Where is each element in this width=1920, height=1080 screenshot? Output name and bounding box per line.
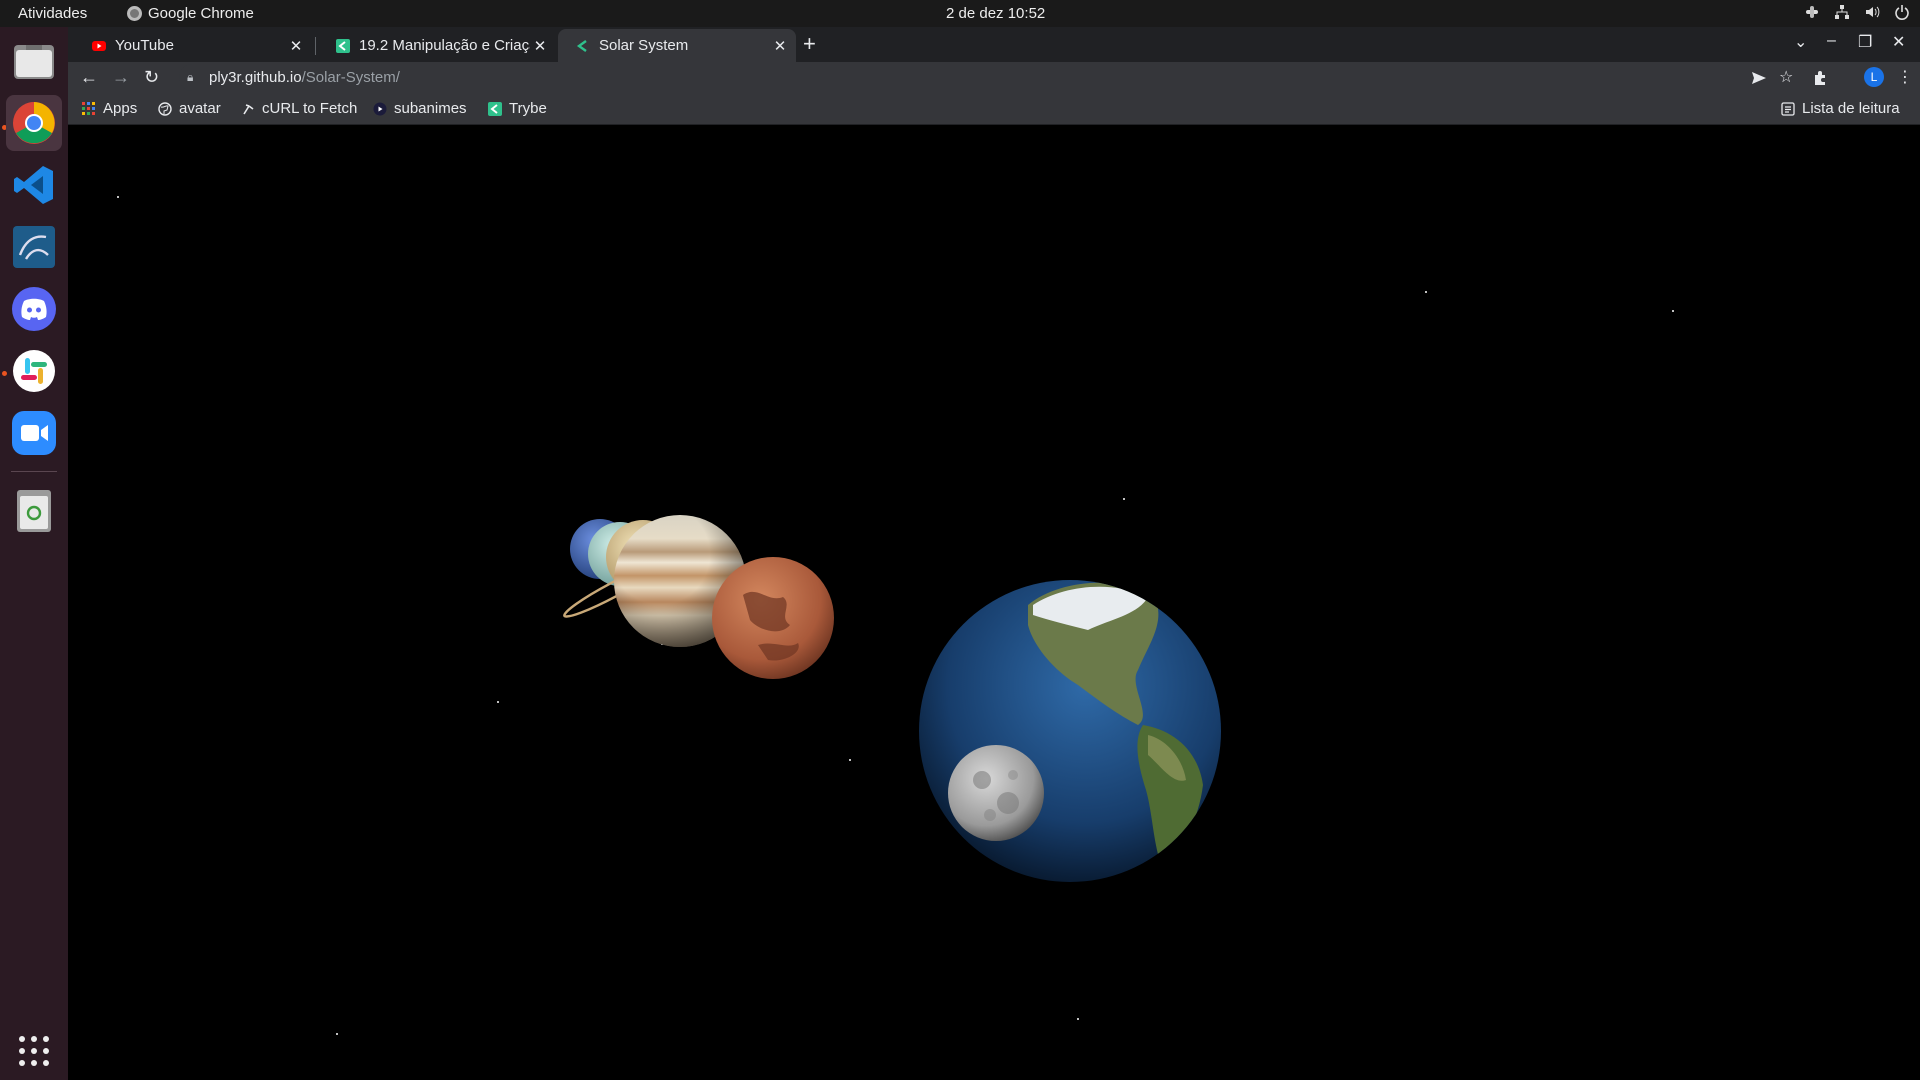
dock-files[interactable] — [6, 33, 62, 89]
tab-youtube[interactable]: YouTube ✕ — [74, 29, 312, 62]
power-icon[interactable] — [1894, 4, 1910, 20]
bookmark-curl-to-fetch[interactable]: cURL to Fetch — [241, 100, 357, 117]
send-icon[interactable] — [1751, 70, 1767, 86]
curl-icon — [243, 103, 254, 114]
system-tray[interactable] — [1804, 4, 1910, 20]
dock-trash[interactable] — [6, 483, 62, 539]
reading-list[interactable]: Lista de leitura — [1781, 100, 1900, 117]
tab-title: YouTube — [115, 37, 174, 54]
lock-icon[interactable]: 🔒︎ — [187, 70, 203, 85]
clock[interactable]: 2 de dez 10:52 — [946, 5, 1045, 22]
dock-vscode[interactable] — [6, 157, 62, 213]
app-name: Google Chrome — [148, 5, 254, 22]
bookmark-label: avatar — [179, 100, 221, 117]
activities-button[interactable]: Atividades — [18, 5, 87, 22]
bookmark-label: subanimes — [394, 100, 467, 117]
mysql-workbench-icon — [13, 226, 55, 268]
tab-title: 19.2 Manipulação e Criação — [359, 37, 530, 54]
moon[interactable] — [948, 745, 1044, 841]
tab-close-button[interactable]: ✕ — [530, 37, 550, 55]
files-icon — [14, 45, 54, 79]
bookmark-label: Trybe — [509, 100, 547, 117]
trybe-icon — [336, 38, 350, 53]
chrome-icon — [13, 102, 55, 144]
dock-discord[interactable] — [6, 281, 62, 337]
tab-manipulacao[interactable]: 19.2 Manipulação e Criação ✕ — [318, 29, 556, 62]
new-tab-button[interactable]: + — [803, 33, 816, 55]
tab-search-icon[interactable]: ⌄ — [1794, 32, 1807, 52]
slack-icon — [13, 350, 55, 392]
back-icon[interactable]: ← — [80, 66, 98, 88]
globe-icon — [158, 101, 172, 116]
tab-close-button[interactable]: ✕ — [770, 37, 790, 55]
tab-solar-system[interactable]: Solar System ✕ — [558, 29, 796, 62]
bookmark-label: Apps — [103, 100, 138, 117]
reading-list-icon — [1781, 101, 1795, 116]
minimize-icon[interactable]: – — [1827, 32, 1836, 50]
subanimes-icon — [373, 102, 387, 115]
address-bar[interactable]: 🔒︎ ply3r.github.io/Solar-System/ — [179, 64, 1879, 91]
restore-icon[interactable]: ❐ — [1858, 32, 1872, 52]
bookmark-avatar[interactable]: avatar — [158, 100, 221, 117]
extensions-icon[interactable] — [1812, 70, 1828, 86]
profile-avatar[interactable]: L — [1864, 67, 1884, 87]
bookmark-apps[interactable]: Apps — [82, 100, 137, 117]
dock — [0, 27, 68, 1080]
apps-grid-icon — [82, 101, 95, 115]
bookmark-star-icon[interactable]: ☆ — [1779, 67, 1793, 87]
dock-zoom[interactable] — [6, 405, 62, 461]
zoom-icon — [12, 411, 56, 455]
dock-mysql-workbench[interactable] — [6, 219, 62, 275]
show-apps-button[interactable] — [6, 1023, 62, 1079]
app-grid-icon — [19, 1036, 49, 1066]
menu-icon[interactable]: ⋮ — [1897, 67, 1913, 87]
tab-close-button[interactable]: ✕ — [286, 37, 306, 55]
url-text[interactable]: ply3r.github.io/Solar-System/ — [209, 69, 400, 86]
trash-icon — [17, 490, 51, 532]
close-window-icon[interactable]: ✕ — [1892, 32, 1905, 52]
toolbar: ← → ↻ 🔒︎ ply3r.github.io/Solar-System/ ☆… — [68, 62, 1920, 93]
dock-chrome[interactable] — [6, 95, 62, 151]
solar-system-canvas[interactable] — [68, 125, 1920, 1080]
chrome-icon — [127, 6, 142, 21]
bookmark-subanimes[interactable]: subanimes — [373, 100, 467, 117]
network-icon[interactable] — [1834, 4, 1850, 20]
url-path: /Solar-System/ — [301, 69, 400, 86]
url-host: ply3r.github.io — [209, 69, 302, 86]
forward-icon[interactable]: → — [112, 66, 130, 88]
tab-strip: YouTube ✕ 19.2 Manipulação e Criação ✕ S… — [68, 27, 1920, 62]
mars[interactable] — [712, 557, 834, 679]
volume-icon[interactable] — [1864, 4, 1880, 20]
planets-scene — [563, 515, 1221, 882]
chrome-window: YouTube ✕ 19.2 Manipulação e Criação ✕ S… — [68, 27, 1920, 1080]
bookmarks-bar: Apps avatar cURL to Fetch subanimes Tryb… — [68, 93, 1920, 125]
youtube-icon — [92, 40, 106, 51]
tab-title: Solar System — [599, 37, 689, 54]
earth[interactable] — [919, 580, 1221, 882]
top-bar: Atividades Google Chrome 2 de dez 10:52 — [0, 0, 1920, 27]
discord-icon — [12, 287, 56, 331]
reload-icon[interactable]: ↻ — [144, 66, 159, 88]
trybe-icon — [488, 101, 502, 116]
bookmark-label: cURL to Fetch — [262, 100, 358, 117]
bookmark-trybe[interactable]: Trybe — [488, 100, 547, 117]
app-menu[interactable]: Google Chrome — [127, 5, 254, 22]
reading-list-label: Lista de leitura — [1802, 100, 1900, 117]
trybe-icon — [576, 39, 587, 52]
vscode-icon — [14, 166, 53, 204]
dock-slack[interactable] — [6, 343, 62, 399]
slack-tray-icon[interactable] — [1804, 4, 1820, 20]
